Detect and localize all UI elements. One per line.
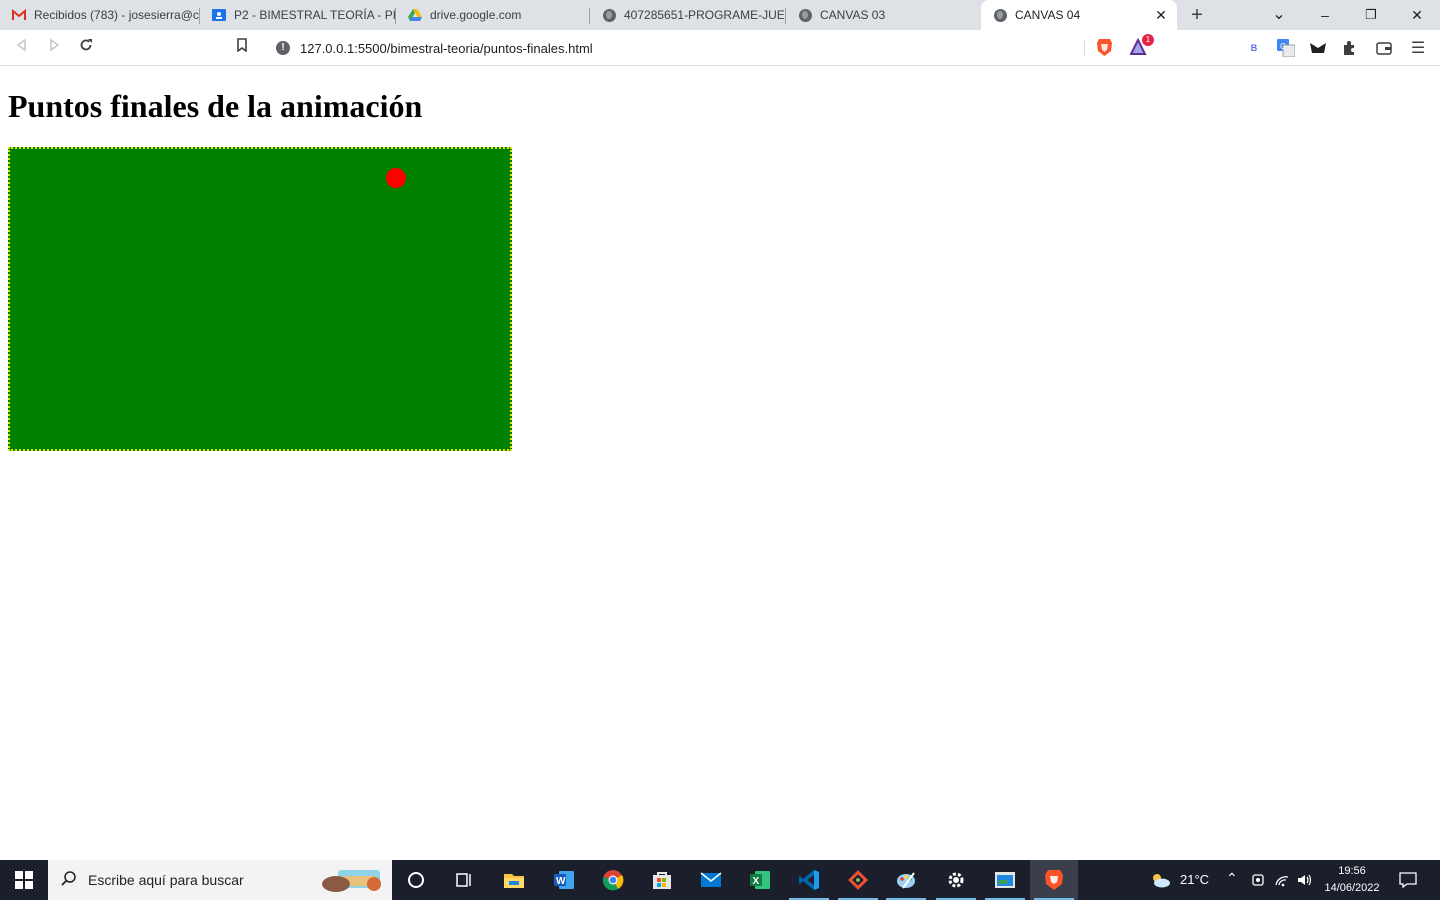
globe-icon (798, 8, 812, 22)
taskbar-search[interactable]: Escribe aquí para buscar (48, 860, 392, 900)
task-view-icon[interactable] (440, 860, 488, 900)
forward-button[interactable] (42, 36, 66, 60)
store-icon[interactable] (638, 860, 686, 900)
tab-search-button[interactable]: ⌄ (1256, 0, 1302, 30)
tab-title: CANVAS 04 (1015, 8, 1081, 22)
network-icon[interactable] (1272, 860, 1292, 900)
word-icon[interactable]: W (540, 860, 588, 900)
omnibox-divider (1084, 40, 1085, 56)
search-icon (60, 870, 80, 890)
animation-canvas[interactable] (8, 147, 512, 451)
svg-text:G: G (1280, 42, 1286, 51)
brave-icon[interactable] (1030, 860, 1078, 900)
paint-icon[interactable] (882, 860, 930, 900)
classroom-icon (212, 8, 226, 22)
back-button[interactable] (10, 36, 34, 60)
file-explorer-icon[interactable] (490, 860, 538, 900)
translate-icon[interactable]: G (1276, 38, 1296, 58)
bookmark-icon (237, 38, 247, 53)
notifications-icon[interactable] (1392, 860, 1424, 900)
svg-text:X: X (753, 876, 760, 887)
tab-title: CANVAS 03 (820, 8, 886, 22)
page-content: Puntos finales de la animación (0, 67, 1440, 860)
weather-icon[interactable] (1146, 860, 1174, 900)
windows-logo-icon (15, 871, 33, 889)
extension-b-icon[interactable]: B (1244, 38, 1264, 58)
wallet-icon[interactable] (1374, 38, 1394, 58)
chrome-icon[interactable] (589, 860, 637, 900)
clock-time: 19:56 (1338, 865, 1366, 877)
gmail-icon (12, 8, 26, 22)
tab-title: Recibidos (783) - josesierra@c (34, 8, 199, 22)
browser-toolbar: ! 127.0.0.1:5500/bimestral-teoria/puntos… (0, 30, 1440, 66)
back-arrow-icon (16, 38, 26, 52)
tab-canvas-03[interactable]: CANVAS 03 (786, 0, 982, 30)
rewards-badge: 1 (1142, 34, 1154, 46)
extension-mask-icon[interactable] (1308, 38, 1328, 58)
menu-icon[interactable]: ☰ (1408, 38, 1428, 58)
search-placeholder: Escribe aquí para buscar (88, 872, 244, 888)
minimize-button[interactable]: – (1302, 0, 1348, 30)
windows-taskbar: Escribe aquí para buscar W X 21°C ⌃ 19:5… (0, 860, 1440, 900)
close-tab-icon[interactable]: ✕ (1153, 7, 1169, 23)
volume-icon[interactable] (1294, 860, 1316, 900)
page-heading: Puntos finales de la animación (8, 88, 423, 124)
meet-now-icon[interactable] (1248, 860, 1268, 900)
red-ball (386, 168, 406, 188)
search-highlight-illustration-icon (320, 866, 386, 894)
svg-text:W: W (556, 876, 566, 887)
globe-icon (602, 8, 616, 22)
clock-date: 14/06/2022 (1324, 882, 1380, 894)
git-icon[interactable] (834, 860, 882, 900)
reload-icon (80, 39, 92, 51)
reload-button[interactable] (74, 36, 98, 60)
cortana-icon[interactable] (392, 860, 440, 900)
tab-strip: Recibidos (783) - josesierra@c P2 - BIME… (0, 0, 1440, 30)
brave-rewards-icon[interactable]: 1 (1129, 34, 1154, 56)
vscode-icon[interactable] (785, 860, 833, 900)
url-text[interactable]: 127.0.0.1:5500/bimestral-teoria/puntos-f… (300, 41, 593, 56)
settings-icon[interactable] (932, 860, 980, 900)
tab-title: drive.google.com (430, 8, 522, 22)
start-button[interactable] (0, 860, 48, 900)
mail-icon[interactable] (687, 860, 735, 900)
address-bar[interactable]: ! 127.0.0.1:5500/bimestral-teoria/puntos… (266, 34, 1156, 62)
weather-temperature[interactable]: 21°C (1180, 872, 1209, 887)
drive-icon (408, 8, 422, 22)
globe-icon (993, 8, 1007, 22)
close-window-button[interactable]: ✕ (1394, 0, 1440, 30)
tab-title: 407285651-PROGRAME-JUEG (624, 8, 786, 22)
extensions-puzzle-icon[interactable] (1340, 38, 1360, 58)
tab-drive[interactable]: drive.google.com (396, 0, 590, 30)
tab-programe[interactable]: 407285651-PROGRAME-JUEG (590, 0, 786, 30)
restore-button[interactable]: ❐ (1348, 0, 1394, 30)
tab-canvas-04[interactable]: CANVAS 04 ✕ (981, 0, 1177, 30)
taskbar-clock[interactable]: 19:56 14/06/2022 (1318, 863, 1386, 897)
bookmark-button[interactable] (230, 36, 254, 60)
snip-icon[interactable] (981, 860, 1029, 900)
brave-shields-icon[interactable] (1096, 38, 1113, 57)
tab-gmail[interactable]: Recibidos (783) - josesierra@c (0, 0, 200, 30)
forward-arrow-icon (50, 38, 60, 52)
excel-icon[interactable]: X (736, 860, 784, 900)
tab-classroom[interactable]: P2 - BIMESTRAL TEORÍA - PRÁ (200, 0, 396, 30)
new-tab-button[interactable]: + (1186, 4, 1208, 26)
info-icon[interactable]: ! (276, 41, 290, 55)
tray-chevron-icon[interactable]: ⌃ (1226, 870, 1238, 887)
tab-title: P2 - BIMESTRAL TEORÍA - PRÁ (234, 8, 396, 22)
